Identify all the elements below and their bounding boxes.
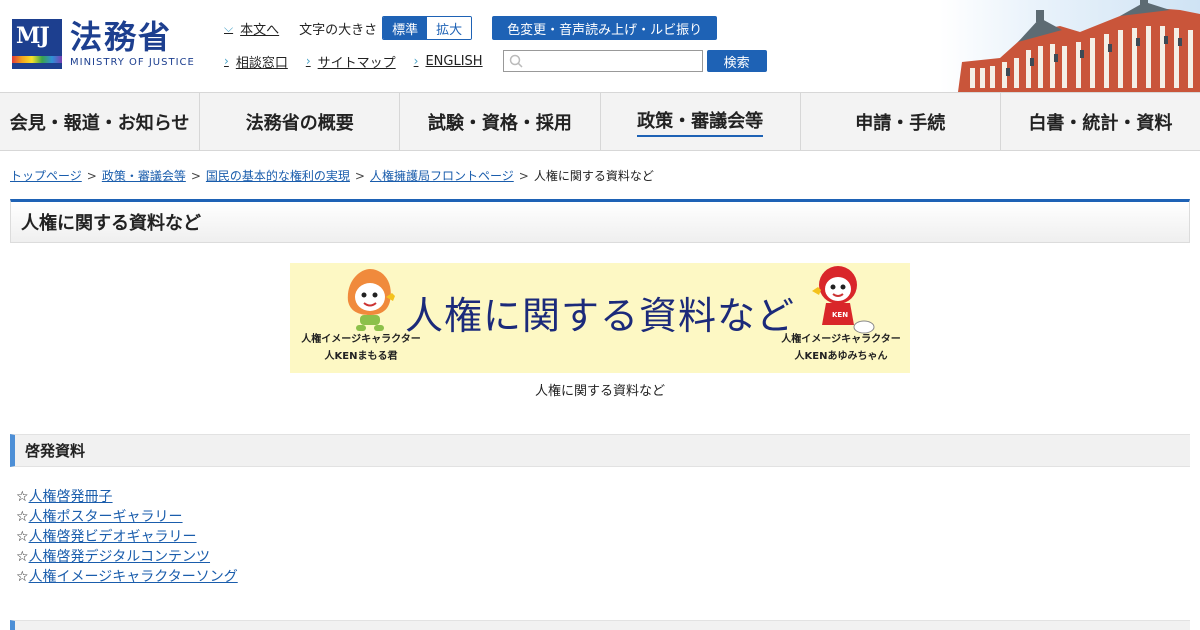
list-item: ☆人権啓発ビデオギャラリー bbox=[16, 527, 238, 547]
chevron-right-icon: › bbox=[305, 54, 311, 68]
breadcrumb-separator: > bbox=[354, 168, 365, 183]
logo-subtitle: MINISTRY OF JUSTICE bbox=[70, 57, 195, 68]
nav-item-about[interactable]: 法務省の概要 bbox=[200, 93, 401, 150]
poster-gallery-link[interactable]: 人権ポスターギャラリー bbox=[29, 509, 183, 525]
nav-item-exams[interactable]: 試験・資格・採用 bbox=[400, 93, 601, 150]
global-nav: 会見・報道・お知らせ 法務省の概要 試験・資格・採用 政策・審議会等 申請・手続… bbox=[0, 92, 1200, 151]
video-gallery-link[interactable]: 人権啓発ビデオギャラリー bbox=[29, 529, 197, 545]
breadcrumb-separator: > bbox=[518, 168, 529, 183]
nav-item-applications[interactable]: 申請・手続 bbox=[801, 93, 1001, 150]
ministry-building-image bbox=[940, 0, 1200, 92]
chevron-down-icon: ⌵ bbox=[224, 20, 234, 35]
utility-row-bottom: › 相談窓口 › サイトマップ › ENGLISH 検索 bbox=[224, 50, 767, 72]
search-button[interactable]: 検索 bbox=[706, 50, 767, 72]
breadcrumb-link-top[interactable]: トップページ bbox=[10, 167, 82, 184]
banner-caption: 人権に関する資料など bbox=[534, 384, 665, 399]
nav-item-whitepapers[interactable]: 白書・統計・資料 bbox=[1001, 93, 1200, 150]
nav-item-policy[interactable]: 政策・審議会等 bbox=[601, 93, 801, 150]
section-heading-awareness-materials: 啓発資料 bbox=[10, 434, 1190, 467]
skip-to-content-link[interactable]: ⌵ 本文へ bbox=[224, 19, 279, 38]
star-icon: ☆ bbox=[16, 569, 29, 585]
search-input[interactable] bbox=[503, 51, 702, 71]
breadcrumb-link-rights[interactable]: 国民の基本的な権利の実現 bbox=[206, 167, 350, 184]
star-icon: ☆ bbox=[16, 489, 29, 505]
list-item: ☆人権啓発冊子 bbox=[16, 487, 238, 507]
search-icon bbox=[509, 54, 523, 68]
chevron-right-icon: › bbox=[224, 54, 229, 68]
search-field bbox=[502, 50, 703, 72]
hero-banner: 人権に関する資料など 人権イメージキャラクター 人KENまもる君 KEN 人権イ… bbox=[290, 263, 910, 373]
booklet-link[interactable]: 人権啓発冊子 bbox=[29, 489, 113, 505]
digital-content-link[interactable]: 人権啓発デジタルコンテンツ bbox=[29, 549, 210, 565]
english-link[interactable]: › ENGLISH bbox=[414, 54, 483, 69]
star-icon: ☆ bbox=[16, 509, 29, 525]
font-large-button[interactable]: 拡大 bbox=[427, 17, 472, 39]
character-song-link[interactable]: 人権イメージキャラクターソング bbox=[29, 569, 238, 585]
list-item: ☆人権ポスターギャラリー bbox=[16, 507, 238, 527]
right-character-caption: 人権イメージキャラクター 人KENあゆみちゃん bbox=[781, 334, 901, 362]
sitemap-link[interactable]: › サイトマップ bbox=[306, 52, 396, 71]
list-item: ☆人権啓発デジタルコンテンツ bbox=[16, 547, 238, 567]
breadcrumb-current: 人権に関する資料など bbox=[533, 169, 654, 183]
breadcrumb-link-policy[interactable]: 政策・審議会等 bbox=[102, 167, 186, 184]
next-section-heading bbox=[10, 620, 1190, 630]
font-size-label: 文字の大きさ bbox=[299, 22, 378, 38]
consultation-link[interactable]: › 相談窓口 bbox=[224, 52, 288, 71]
site-logo[interactable]: MJ 法務省 MINISTRY OF JUSTICE bbox=[12, 19, 195, 69]
star-icon: ☆ bbox=[16, 549, 29, 565]
ken-badge: KEN bbox=[832, 311, 848, 319]
site-header: MJ 法務省 MINISTRY OF JUSTICE ⌵ 本文へ 文字の大きさ … bbox=[0, 0, 1200, 92]
accessibility-button[interactable]: 色変更・音声読み上げ・ルビ振り bbox=[492, 16, 718, 40]
utility-row-top: ⌵ 本文へ 文字の大きさ 標準 拡大 色変更・音声読み上げ・ルビ振り bbox=[224, 16, 718, 40]
breadcrumb-separator: > bbox=[190, 168, 201, 183]
font-size-toggle: 標準 拡大 bbox=[382, 16, 473, 40]
page-title: 人権に関する資料など bbox=[10, 199, 1190, 243]
nav-item-news[interactable]: 会見・報道・お知らせ bbox=[0, 93, 201, 150]
ayumi-chan-character-icon: KEN bbox=[812, 266, 875, 334]
moj-emblem-icon: MJ bbox=[12, 19, 62, 69]
awareness-links-list: ☆人権啓発冊子 ☆人権ポスターギャラリー ☆人権啓発ビデオギャラリー ☆人権啓発… bbox=[16, 487, 238, 587]
logo-title: 法務省 bbox=[70, 18, 173, 56]
font-standard-button[interactable]: 標準 bbox=[383, 17, 428, 39]
breadcrumb-separator: > bbox=[86, 168, 97, 183]
star-icon: ☆ bbox=[16, 529, 29, 545]
left-character-caption: 人権イメージキャラクター 人KENまもる君 bbox=[301, 334, 421, 362]
chevron-right-icon: › bbox=[413, 54, 419, 68]
breadcrumb-link-human-rights-bureau[interactable]: 人権擁護局フロントページ bbox=[370, 167, 514, 184]
list-item: ☆人権イメージキャラクターソング bbox=[16, 567, 238, 587]
breadcrumb: トップページ > 政策・審議会等 > 国民の基本的な権利の実現 > 人権擁護局フ… bbox=[10, 167, 654, 184]
